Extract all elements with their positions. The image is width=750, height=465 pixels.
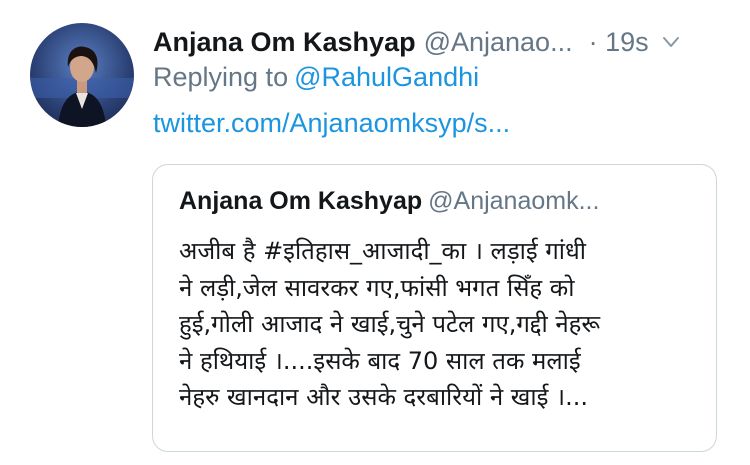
quoted-text-line: ने हथियाई ।....इसके बाद 70 साल तक मलाई bbox=[179, 346, 581, 375]
quoted-text-line: अजीब है #इतिहास_आजादी_का । लड़ाई गांधी bbox=[179, 237, 586, 265]
reply-prefix: Replying to bbox=[153, 62, 289, 92]
quoted-text-line: हुई,गोली आजाद ने खाई,चुने पटेल गए,गद्दी … bbox=[179, 310, 601, 338]
tweet-timestamp[interactable]: · 19s bbox=[589, 27, 649, 58]
reply-context: Replying to @RahulGandhi bbox=[153, 62, 479, 93]
tweet-link[interactable]: twitter.com/Anjanaomksyp/s... bbox=[153, 108, 510, 139]
quoted-tweet-text: अजीब है #इतिहास_आजादी_का । लड़ाई गांधी न… bbox=[179, 233, 699, 416]
quoted-tweet-header: Anjana Om Kashyap @Anjanaomk... bbox=[179, 187, 599, 216]
avatar[interactable] bbox=[30, 23, 134, 127]
quoted-author-display-name: Anjana Om Kashyap bbox=[179, 187, 423, 215]
chevron-down-icon[interactable] bbox=[661, 32, 681, 52]
author-handle[interactable]: @Anjanao... bbox=[424, 27, 573, 58]
author-display-name[interactable]: Anjana Om Kashyap bbox=[153, 27, 416, 58]
reply-mention-link[interactable]: @RahulGandhi bbox=[294, 62, 479, 92]
quoted-author-handle: @Anjanaomk... bbox=[428, 187, 600, 215]
quoted-text-line: नेहरु खानदान और उसके दरबारियों ने खाई ।.… bbox=[179, 383, 589, 411]
quoted-tweet-card[interactable]: Anjana Om Kashyap @Anjanaomk... अजीब है #… bbox=[152, 164, 717, 452]
quoted-text-line: ने लड़ी,जेल सावरकर गए,फांसी भगत सिँह को bbox=[179, 273, 575, 302]
tweet-header: Anjana Om Kashyap @Anjanao... · 19s bbox=[153, 22, 738, 62]
avatar-photo bbox=[30, 46, 134, 127]
